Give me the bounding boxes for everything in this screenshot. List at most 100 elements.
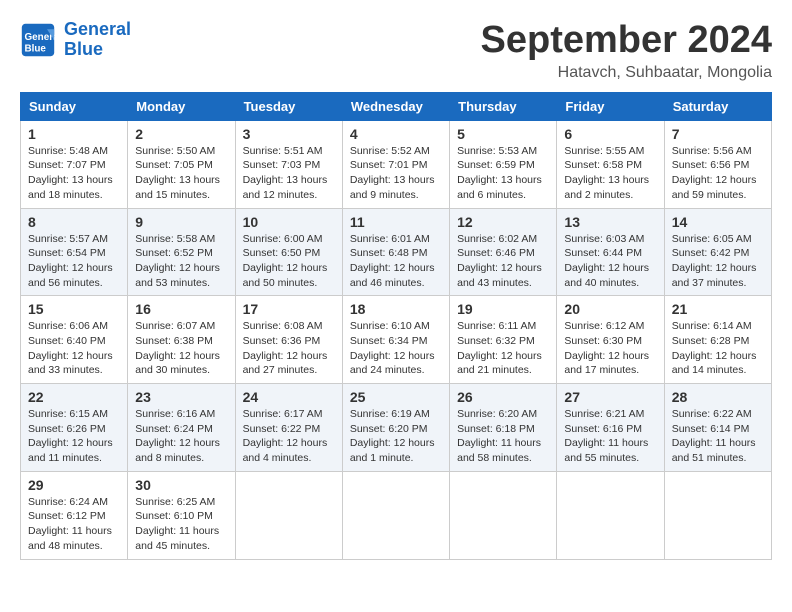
logo: General Blue General Blue	[20, 20, 131, 60]
day-info: Sunrise: 6:05 AM Sunset: 6:42 PM Dayligh…	[672, 232, 764, 291]
logo-icon: General Blue	[20, 22, 56, 58]
day-number: 28	[672, 389, 764, 405]
day-info: Sunrise: 6:19 AM Sunset: 6:20 PM Dayligh…	[350, 407, 442, 466]
calendar-cell: 28 Sunrise: 6:22 AM Sunset: 6:14 PM Dayli…	[664, 384, 771, 472]
day-info: Sunrise: 6:12 AM Sunset: 6:30 PM Dayligh…	[564, 319, 656, 378]
calendar-cell: 11 Sunrise: 6:01 AM Sunset: 6:48 PM Dayli…	[342, 208, 449, 296]
day-number: 2	[135, 126, 227, 142]
weekday-header-wednesday: Wednesday	[342, 92, 449, 120]
calendar-cell: 4 Sunrise: 5:52 AM Sunset: 7:01 PM Daylig…	[342, 120, 449, 208]
calendar-cell: 15Sunrise: 6:06 AM Sunset: 6:40 PM Dayli…	[21, 296, 128, 384]
title-block: September 2024 Hatavch, Suhbaatar, Mongo…	[481, 20, 773, 82]
day-info: Sunrise: 6:14 AM Sunset: 6:28 PM Dayligh…	[672, 319, 764, 378]
calendar-cell: 9Sunrise: 5:58 AM Sunset: 6:52 PM Daylig…	[128, 208, 235, 296]
calendar-cell: 24Sunrise: 6:17 AM Sunset: 6:22 PM Dayli…	[235, 384, 342, 472]
day-info: Sunrise: 6:01 AM Sunset: 6:48 PM Dayligh…	[350, 232, 442, 291]
location-title: Hatavch, Suhbaatar, Mongolia	[481, 64, 773, 82]
day-info: Sunrise: 5:51 AM Sunset: 7:03 PM Dayligh…	[243, 144, 335, 203]
calendar-week-row: 1 Sunrise: 5:48 AM Sunset: 7:07 PM Daylig…	[21, 120, 772, 208]
day-number: 23	[135, 389, 227, 405]
calendar-cell: 8Sunrise: 5:57 AM Sunset: 6:54 PM Daylig…	[21, 208, 128, 296]
day-number: 22	[28, 389, 120, 405]
calendar-week-row: 22 Sunrise: 6:15 AM Sunset: 6:26 PM Dayli…	[21, 384, 772, 472]
calendar-cell: 26 Sunrise: 6:20 AM Sunset: 6:18 PM Dayli…	[450, 384, 557, 472]
day-info: Sunrise: 6:03 AM Sunset: 6:44 PM Dayligh…	[564, 232, 656, 291]
day-info: Sunrise: 6:16 AM Sunset: 6:24 PM Dayligh…	[135, 407, 227, 466]
calendar-week-row: 8Sunrise: 5:57 AM Sunset: 6:54 PM Daylig…	[21, 208, 772, 296]
day-number: 29	[28, 477, 120, 493]
day-info: Sunrise: 6:21 AM Sunset: 6:16 PM Dayligh…	[564, 407, 656, 466]
day-number: 6	[564, 126, 656, 142]
calendar-cell: 3 Sunrise: 5:51 AM Sunset: 7:03 PM Daylig…	[235, 120, 342, 208]
calendar-cell: 10 Sunrise: 6:00 AM Sunset: 6:50 PM Dayli…	[235, 208, 342, 296]
day-info: Sunrise: 6:08 AM Sunset: 6:36 PM Dayligh…	[243, 319, 335, 378]
calendar-week-row: 15Sunrise: 6:06 AM Sunset: 6:40 PM Dayli…	[21, 296, 772, 384]
weekday-header-row: SundayMondayTuesdayWednesdayThursdayFrid…	[21, 92, 772, 120]
day-info: Sunrise: 5:52 AM Sunset: 7:01 PM Dayligh…	[350, 144, 442, 203]
calendar-cell: 29Sunrise: 6:24 AM Sunset: 6:12 PM Dayli…	[21, 471, 128, 559]
day-info: Sunrise: 6:25 AM Sunset: 6:10 PM Dayligh…	[135, 495, 227, 554]
day-info: Sunrise: 6:02 AM Sunset: 6:46 PM Dayligh…	[457, 232, 549, 291]
day-number: 1	[28, 126, 120, 142]
day-number: 3	[243, 126, 335, 142]
calendar-cell	[557, 471, 664, 559]
day-info: Sunrise: 5:50 AM Sunset: 7:05 PM Dayligh…	[135, 144, 227, 203]
day-info: Sunrise: 6:20 AM Sunset: 6:18 PM Dayligh…	[457, 407, 549, 466]
calendar-cell: 20Sunrise: 6:12 AM Sunset: 6:30 PM Dayli…	[557, 296, 664, 384]
calendar-cell: 1 Sunrise: 5:48 AM Sunset: 7:07 PM Daylig…	[21, 120, 128, 208]
logo-line2: Blue	[64, 39, 103, 59]
day-info: Sunrise: 6:10 AM Sunset: 6:34 PM Dayligh…	[350, 319, 442, 378]
calendar-cell: 14Sunrise: 6:05 AM Sunset: 6:42 PM Dayli…	[664, 208, 771, 296]
day-number: 10	[243, 214, 335, 230]
day-info: Sunrise: 6:15 AM Sunset: 6:26 PM Dayligh…	[28, 407, 120, 466]
day-number: 9	[135, 214, 227, 230]
day-info: Sunrise: 6:11 AM Sunset: 6:32 PM Dayligh…	[457, 319, 549, 378]
day-number: 17	[243, 301, 335, 317]
calendar-cell: 7 Sunrise: 5:56 AM Sunset: 6:56 PM Daylig…	[664, 120, 771, 208]
day-number: 30	[135, 477, 227, 493]
calendar-cell: 12 Sunrise: 6:02 AM Sunset: 6:46 PM Dayli…	[450, 208, 557, 296]
calendar-table: SundayMondayTuesdayWednesdayThursdayFrid…	[20, 92, 772, 560]
day-number: 12	[457, 214, 549, 230]
month-title: September 2024	[481, 20, 773, 62]
calendar-cell: 23 Sunrise: 6:16 AM Sunset: 6:24 PM Dayli…	[128, 384, 235, 472]
calendar-cell: 30 Sunrise: 6:25 AM Sunset: 6:10 PM Dayli…	[128, 471, 235, 559]
calendar-cell: 16 Sunrise: 6:07 AM Sunset: 6:38 PM Dayli…	[128, 296, 235, 384]
day-number: 16	[135, 301, 227, 317]
day-number: 25	[350, 389, 442, 405]
day-number: 13	[564, 214, 656, 230]
calendar-cell: 6Sunrise: 5:55 AM Sunset: 6:58 PM Daylig…	[557, 120, 664, 208]
day-number: 27	[564, 389, 656, 405]
day-info: Sunrise: 6:00 AM Sunset: 6:50 PM Dayligh…	[243, 232, 335, 291]
calendar-cell: 22 Sunrise: 6:15 AM Sunset: 6:26 PM Dayli…	[21, 384, 128, 472]
day-number: 5	[457, 126, 549, 142]
calendar-cell	[235, 471, 342, 559]
weekday-header-thursday: Thursday	[450, 92, 557, 120]
svg-text:Blue: Blue	[25, 43, 47, 54]
calendar-cell	[450, 471, 557, 559]
day-info: Sunrise: 5:56 AM Sunset: 6:56 PM Dayligh…	[672, 144, 764, 203]
day-number: 7	[672, 126, 764, 142]
day-number: 26	[457, 389, 549, 405]
calendar-cell: 17 Sunrise: 6:08 AM Sunset: 6:36 PM Dayli…	[235, 296, 342, 384]
calendar-cell: 25 Sunrise: 6:19 AM Sunset: 6:20 PM Dayli…	[342, 384, 449, 472]
calendar-cell: 13 Sunrise: 6:03 AM Sunset: 6:44 PM Dayli…	[557, 208, 664, 296]
day-info: Sunrise: 5:48 AM Sunset: 7:07 PM Dayligh…	[28, 144, 120, 203]
weekday-header-monday: Monday	[128, 92, 235, 120]
calendar-cell: 5Sunrise: 5:53 AM Sunset: 6:59 PM Daylig…	[450, 120, 557, 208]
logo-line1: General	[64, 19, 131, 39]
day-info: Sunrise: 6:07 AM Sunset: 6:38 PM Dayligh…	[135, 319, 227, 378]
calendar-cell: 21Sunrise: 6:14 AM Sunset: 6:28 PM Dayli…	[664, 296, 771, 384]
page-header: General Blue General Blue September 2024…	[20, 20, 772, 82]
day-number: 15	[28, 301, 120, 317]
day-number: 19	[457, 301, 549, 317]
day-number: 11	[350, 214, 442, 230]
weekday-header-sunday: Sunday	[21, 92, 128, 120]
calendar-cell	[664, 471, 771, 559]
calendar-cell	[342, 471, 449, 559]
day-number: 4	[350, 126, 442, 142]
weekday-header-saturday: Saturday	[664, 92, 771, 120]
day-number: 8	[28, 214, 120, 230]
day-info: Sunrise: 6:22 AM Sunset: 6:14 PM Dayligh…	[672, 407, 764, 466]
day-number: 18	[350, 301, 442, 317]
